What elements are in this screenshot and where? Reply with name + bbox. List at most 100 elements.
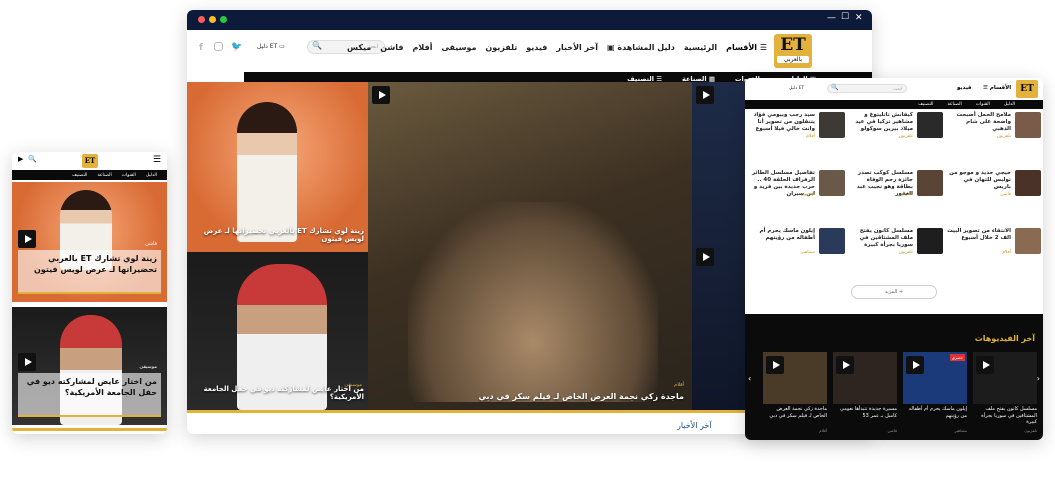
list-item[interactable]: تفاصيل مسلسل الطائر الرفراف الحلقة 40 ..… [749, 170, 845, 214]
list-item[interactable]: مسلسل كوكب تصدر جائزة رحم الوفاة بطاقة و… [847, 170, 943, 214]
window-maximize-icon[interactable]: ☐ [841, 12, 849, 22]
list-item-category: تلفزيون [996, 134, 1011, 139]
mobile-subnav-industry[interactable]: الصناعة [97, 173, 111, 178]
carousel-next-icon[interactable]: › [1037, 374, 1040, 383]
nav-item-tv[interactable]: تلفزيون [485, 43, 517, 52]
mobile-device: ☰ ET ▶ 🔍 الدليل القنوات الصناعة التصنيف … [12, 152, 167, 434]
logo-subtext: بالعربي [777, 56, 809, 63]
nav-item-latest-news[interactable]: آخر الأخبار [556, 43, 598, 52]
hero-main-card[interactable]: أفلام ماجدة زكي نجمة العرض الخاص لـ فيلم… [368, 82, 692, 410]
nav-item-mix[interactable]: ميكس [347, 43, 371, 52]
video-card-play-icon[interactable] [906, 356, 924, 374]
list-item[interactable]: جيجي حديد و موجو من توليس للتهان في باري… [945, 170, 1041, 214]
nav-item-video[interactable]: فيديو [526, 43, 547, 52]
hero-bottom-left-caption: من اختار عايض لمشاركته ديو في حفل الجامع… [203, 384, 364, 402]
search-icon[interactable]: 🔍 [312, 41, 322, 50]
mobile-search-icon[interactable]: 🔍 [28, 155, 37, 163]
list-item[interactable]: سيد رجب وبيومي فؤاد يتنقلون من تصوير أنا… [749, 112, 845, 156]
mobile-card-2[interactable]: موسيقى من اختار عايض لمشاركته ديو في حفل… [12, 307, 167, 425]
list-item[interactable]: ملامح الحمل أصبحت واضحة على شام الذهبي ت… [945, 112, 1041, 156]
tablet-subnav: الدليل القنوات الصناعة التصنيف [745, 100, 1043, 109]
video-card-play-icon[interactable] [976, 356, 994, 374]
mobile-menu-icon[interactable]: ☰ [153, 155, 161, 165]
tv-guide-link[interactable]: دليل ET ▭ [257, 43, 285, 50]
tv-guide-label: دليل ET [257, 43, 278, 50]
minimize-dot-icon[interactable] [209, 16, 216, 23]
site-logo[interactable]: ET بالعربي [774, 34, 812, 68]
tablet-header: ET ☰ الأقسام فيديو 🔍 ابحث دليل ET [745, 78, 1043, 100]
video-card-play-icon[interactable] [836, 356, 854, 374]
nav-item-home[interactable]: الرئيسية [684, 43, 717, 52]
hero-bottom-left-card[interactable]: موسيقى من اختار عايض لمشاركته ديو في حفل… [187, 252, 368, 410]
hero-top-left-figure [237, 102, 297, 242]
twitter-icon[interactable]: 🐦 [231, 42, 242, 52]
hero-right-play-icon[interactable] [696, 86, 714, 104]
hero-top-left-card[interactable]: زينة لوي تشارك ET بالعربي تحضيراتها لـ ع… [187, 82, 368, 252]
list-item-title: كيفانش تاتليتوغ و مشاهير تركيا في عيد مي… [855, 112, 913, 133]
tablet-subnav-guide[interactable]: الدليل [1004, 102, 1015, 107]
mobile-card-1[interactable]: فاشن زينة لوي تشارك ET بالعربي تحضيراتها… [12, 182, 167, 302]
mobile-card-1-caption-box: فاشن زينة لوي تشارك ET بالعربي تحضيراتها… [18, 241, 161, 294]
tablet-subnav-channels[interactable]: القنوات [976, 102, 990, 107]
tablet-search-input[interactable]: 🔍 ابحث [827, 84, 907, 93]
nav-sections[interactable]: ☰ الأقسام [726, 43, 767, 52]
list-item[interactable]: إيلون ماسك يحرم أم أطفاله من رؤيتهم مشاه… [749, 228, 845, 272]
search-input[interactable]: 🔍 ابحث [307, 40, 385, 54]
video-card[interactable]: مسيرة جديدة تتبدأها نعومي كامبل بـ عمر 5… [833, 352, 897, 436]
list-item-thumbnail [917, 112, 943, 138]
list-item[interactable]: الانتقاء من تصوير البيت الف 2 خلال أسبوع… [945, 228, 1041, 272]
mobile-subnav-ranking[interactable]: التصنيف [72, 173, 87, 178]
tablet-nav-sections[interactable]: ☰ الأقسام [983, 85, 1011, 91]
list-item[interactable]: مسلسل كانون يفتح ملف المشتاقين في سوريا … [847, 228, 943, 272]
hero-main-caption: ماجدة زكي نجمة العرض الخاص لـ فيلم سكر ف… [478, 392, 684, 401]
mobile-card-2-play-icon[interactable] [18, 353, 36, 371]
tablet-search-icon[interactable]: 🔍 [831, 84, 838, 91]
nav-item-music[interactable]: موسيقى [441, 43, 476, 52]
facebook-icon[interactable]: f [199, 43, 203, 53]
mobile-logo[interactable]: ET [82, 154, 98, 168]
list-item-title: ملامح الحمل أصبحت واضحة على شام الذهبي [956, 112, 1011, 133]
video-card[interactable]: حصري إيلون ماسك يحرم أم أطفاله من رؤيتهم… [903, 352, 967, 436]
hero-main-crowd [408, 202, 658, 402]
hero-main-play-icon[interactable] [372, 86, 390, 104]
list-item-thumbnail [819, 112, 845, 138]
maximize-dot-icon[interactable] [220, 16, 227, 23]
tablet-tv-guide[interactable]: دليل ET [789, 86, 804, 91]
carousel-prev-icon[interactable]: ‹ [748, 374, 751, 383]
list-item-category: مشاهير [800, 250, 815, 255]
mobile-card-2-caption-box: موسيقى من اختار عايض لمشاركته ديو في حفل… [18, 364, 161, 417]
list-item-category: أفلام [1002, 250, 1011, 255]
mobile-subnav-guide[interactable]: الدليل [146, 173, 157, 178]
more-button[interactable]: المزيد + [851, 285, 937, 299]
window-close-icon[interactable]: ✕ [855, 13, 863, 23]
nav-watch-guide-label: دليل المشاهدة [617, 43, 675, 52]
video-card[interactable]: ماجدة زكي نجمة العرض الخاص لـ فيلم سكر ف… [763, 352, 827, 436]
mobile-card-1-play-icon[interactable] [18, 230, 36, 248]
tablet-subnav-ranking[interactable]: التصنيف [918, 102, 933, 107]
mobile-card-2-caption: من اختار عايض لمشاركته ديو في حفل الجامع… [26, 377, 157, 397]
tablet-nav-video[interactable]: فيديو [957, 85, 972, 91]
video-card[interactable]: مسلسل كانون يفتح ملف المشتاقين في سوريا … [973, 352, 1037, 436]
hero-right-play-icon-2[interactable] [696, 248, 714, 266]
instagram-icon[interactable] [214, 42, 223, 51]
mobile-subnav-channels[interactable]: القنوات [122, 173, 136, 178]
list-item-thumbnail [1015, 228, 1041, 254]
close-dot-icon[interactable] [198, 16, 205, 23]
mobile-play-icon[interactable]: ▶ [18, 155, 23, 163]
video-card-category: أفلام [819, 428, 827, 433]
video-card-category: تلفزيون [1024, 428, 1037, 433]
nav-item-fashion[interactable]: فاشن [380, 43, 403, 52]
mobile-bottom-divider [12, 428, 167, 431]
nav-item-movies[interactable]: أفلام [413, 43, 433, 52]
nav-sections-label: الأقسام [726, 43, 758, 52]
list-item-category: تلفزيون [898, 134, 913, 139]
video-card-title: مسلسل كانون يفتح ملف المشتاقين في سوريا … [981, 406, 1037, 425]
video-card-play-icon[interactable] [766, 356, 784, 374]
mobile-card-1-category: فاشن [145, 241, 157, 247]
nav-item-watch-guide[interactable]: دليل المشاهدة ▣ [607, 43, 675, 52]
videos-heading: آخر الفيديوهات [974, 334, 1035, 343]
tablet-logo[interactable]: ET [1016, 80, 1038, 98]
window-minimize-icon[interactable]: — [827, 13, 836, 23]
list-item[interactable]: كيفانش تاتليتوغ و مشاهير تركيا في عيد مي… [847, 112, 943, 156]
tablet-subnav-industry[interactable]: الصناعة [947, 102, 961, 107]
